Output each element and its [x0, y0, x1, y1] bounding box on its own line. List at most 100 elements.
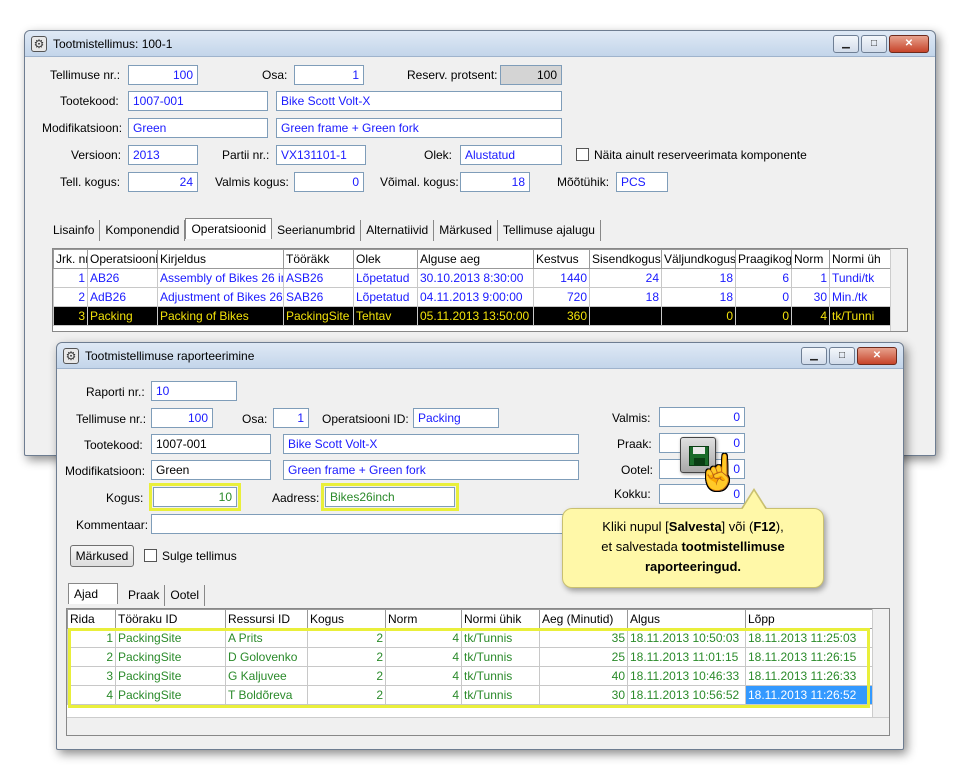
- minimize-button[interactable]: ▁: [833, 35, 859, 53]
- batch-no-label: Partii nr.:: [222, 148, 270, 162]
- close-button[interactable]: ✕: [857, 347, 897, 365]
- product-code-field[interactable]: 1007-001: [128, 91, 268, 111]
- close-button[interactable]: ✕: [889, 35, 929, 53]
- operation-id-label: Operatsiooni ID:: [322, 412, 409, 426]
- possible-qty-field[interactable]: 18: [460, 172, 530, 192]
- col-header[interactable]: Algus: [627, 609, 746, 629]
- times-hscrollbar[interactable]: [67, 717, 889, 735]
- table-row[interactable]: 2 PackingSite D Golovenko 2 4 tk/Tunnis …: [67, 647, 874, 667]
- order-no-field[interactable]: 100: [128, 65, 198, 85]
- cell: 30.10.2013 8:30:00: [417, 268, 534, 288]
- cell: 04.11.2013 9:00:00: [417, 287, 534, 307]
- state-field[interactable]: Alustatud: [460, 145, 562, 165]
- col-header[interactable]: Praagikog: [735, 249, 792, 269]
- times-grid[interactable]: Rida Tööraku ID Ressursi ID Kogus Norm N…: [66, 608, 890, 736]
- col-header[interactable]: Sisendkogus: [589, 249, 662, 269]
- report-titlebar[interactable]: ⚙ Tootmistellimuse raporteerimine ▁ □ ✕: [57, 343, 903, 369]
- part-label: Osa:: [262, 68, 288, 82]
- tab-komponendid[interactable]: Komponendid: [100, 220, 186, 241]
- operations-grid[interactable]: Jrk. nr Operatsiooni Kirjeldus Tööräkk O…: [52, 248, 908, 332]
- cell: T Boldõreva: [225, 685, 308, 705]
- report-part-field[interactable]: 1: [273, 408, 309, 428]
- table-row[interactable]: 1 PackingSite A Prits 2 4 tk/Tunnis 35 1…: [67, 628, 874, 648]
- col-header[interactable]: Kogus: [307, 609, 386, 629]
- report-modification-field[interactable]: Green: [151, 460, 271, 480]
- cell: Assembly of Bikes 26 in: [157, 268, 284, 288]
- report-product-code-field[interactable]: 1007-001: [151, 434, 271, 454]
- quantity-field[interactable]: 10: [149, 483, 241, 511]
- col-header[interactable]: Kirjeldus: [157, 249, 284, 269]
- tab-praak[interactable]: Praak: [118, 585, 166, 606]
- operations-scrollbar[interactable]: [890, 249, 907, 331]
- close-order-checkbox[interactable]: [144, 549, 157, 562]
- table-row[interactable]: 2 AdB26 Adjustment of Bikes 26 SAB26 Lõp…: [53, 287, 892, 307]
- table-row[interactable]: 1 AB26 Assembly of Bikes 26 in ASB26 Lõp…: [53, 268, 892, 288]
- done-field[interactable]: 0: [659, 407, 745, 427]
- report-no-field[interactable]: 10: [151, 381, 237, 401]
- cell: tk/Tunnis: [461, 666, 540, 686]
- col-header[interactable]: Ressursi ID: [225, 609, 308, 629]
- cell: 05.11.2013 13:50:00: [417, 306, 534, 326]
- comment-field[interactable]: [151, 514, 571, 534]
- col-header[interactable]: Normi üh: [829, 249, 892, 269]
- cell: Min./tk: [829, 287, 892, 307]
- batch-no-field[interactable]: VX131101-1: [276, 145, 366, 165]
- col-header[interactable]: Olek: [353, 249, 418, 269]
- tab-markused[interactable]: Märkused: [434, 220, 498, 241]
- cell: ASB26: [283, 268, 354, 288]
- main-titlebar[interactable]: ⚙ Tootmistellimus: 100-1 ▁ □ ✕: [25, 31, 935, 57]
- tab-alternatiivid[interactable]: Alternatiivid: [361, 220, 435, 241]
- callout-line-3: raporteeringud.: [644, 559, 742, 574]
- minimize-button[interactable]: ▁: [801, 347, 827, 365]
- col-header[interactable]: Alguse aeg: [417, 249, 534, 269]
- col-header[interactable]: Jrk. nr: [53, 249, 88, 269]
- modification-field[interactable]: Green: [128, 118, 268, 138]
- modification-desc-field: Green frame + Green fork: [276, 118, 562, 138]
- tab-tellimuse-ajalugu[interactable]: Tellimuse ajalugu: [498, 220, 601, 241]
- done-qty-field[interactable]: 0: [294, 172, 364, 192]
- col-header[interactable]: Lõpp: [745, 609, 874, 629]
- col-header[interactable]: Kestvus: [533, 249, 590, 269]
- part-field[interactable]: 1: [294, 65, 364, 85]
- report-order-no-field[interactable]: 100: [151, 408, 213, 428]
- tab-operatsioonid[interactable]: Operatsioonid: [185, 218, 273, 239]
- tab-ootel[interactable]: Ootel: [165, 585, 206, 606]
- maximize-button[interactable]: □: [829, 347, 855, 365]
- tab-seerianumbrid[interactable]: Seerianumbrid: [272, 220, 362, 241]
- notes-button[interactable]: Märkused: [70, 545, 134, 567]
- tab-lisainfo[interactable]: Lisainfo: [48, 220, 101, 241]
- hand-pointer-icon: ☝: [697, 454, 740, 492]
- cell: 35: [539, 628, 628, 648]
- table-row[interactable]: 4 PackingSite T Boldõreva 2 4 tk/Tunnis …: [67, 685, 874, 705]
- cell: Lõpetatud: [353, 268, 418, 288]
- col-header[interactable]: Väljundkogus: [661, 249, 736, 269]
- cell: PackingSite: [283, 306, 354, 326]
- unit-field[interactable]: PCS: [616, 172, 668, 192]
- comment-label: Kommentaar:: [76, 518, 149, 532]
- maximize-button[interactable]: □: [861, 35, 887, 53]
- col-header[interactable]: Aeg (Minutid): [539, 609, 628, 629]
- address-field[interactable]: Bikes26inch: [321, 483, 459, 511]
- show-unreserved-checkbox[interactable]: [576, 148, 589, 161]
- report-part-label: Osa:: [242, 412, 268, 426]
- tab-ajad[interactable]: Ajad: [68, 583, 118, 604]
- operation-id-field[interactable]: Packing: [413, 408, 499, 428]
- version-field[interactable]: 2013: [128, 145, 198, 165]
- report-product-code-label: Tootekood:: [84, 438, 143, 452]
- table-row[interactable]: 3 PackingSite G Kaljuvee 2 4 tk/Tunnis 4…: [67, 666, 874, 686]
- col-header[interactable]: Operatsiooni: [87, 249, 158, 269]
- scrap-label: Praak:: [617, 437, 652, 451]
- col-header[interactable]: Tööraku ID: [115, 609, 226, 629]
- order-qty-field[interactable]: 24: [128, 172, 198, 192]
- order-no-label: Tellimuse nr.:: [50, 68, 121, 82]
- cell: Tehtav: [353, 306, 418, 326]
- col-header[interactable]: Normi ühik: [461, 609, 540, 629]
- cell: PackingSite: [115, 666, 226, 686]
- col-header[interactable]: Rida: [67, 609, 116, 629]
- times-vscrollbar[interactable]: [872, 609, 889, 719]
- table-row-selected[interactable]: 3 Packing Packing of Bikes PackingSite T…: [53, 306, 892, 326]
- col-header[interactable]: Tööräkk: [283, 249, 354, 269]
- cell: Lõpetatud: [353, 287, 418, 307]
- col-header[interactable]: Norm: [385, 609, 462, 629]
- col-header[interactable]: Norm: [791, 249, 830, 269]
